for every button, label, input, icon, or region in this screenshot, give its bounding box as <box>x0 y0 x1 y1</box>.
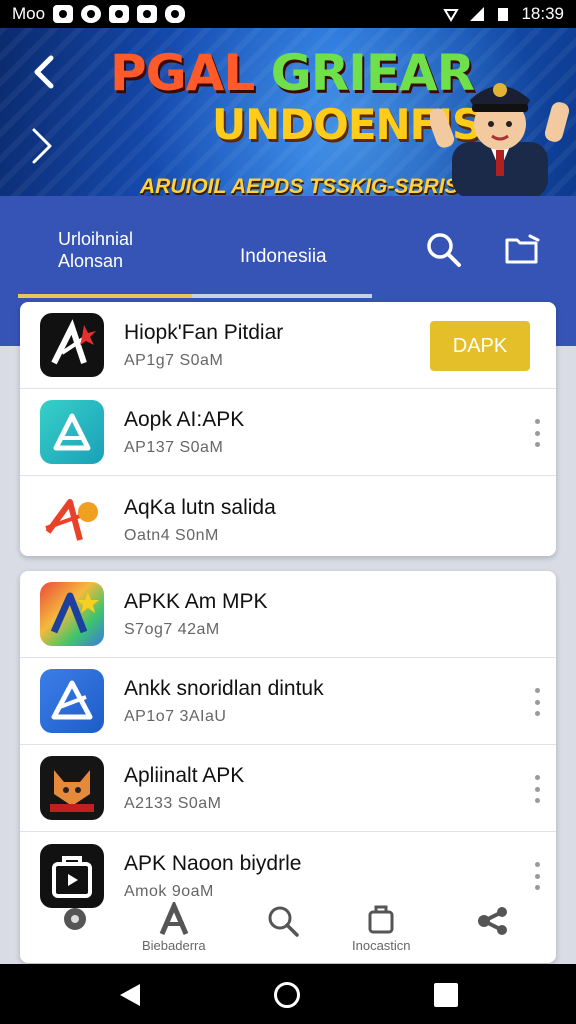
letter-a-icon <box>51 319 96 365</box>
app-meta: A2133 S0aM <box>124 795 222 812</box>
search-icon <box>268 906 299 937</box>
share-icon <box>478 907 507 935</box>
letter-a-icon <box>51 680 93 720</box>
more-options-button[interactable] <box>530 419 544 447</box>
banner-tagline: ARUIOIL AEPDS TSSKIG-SBRIS <box>140 175 459 196</box>
forward-button[interactable] <box>24 126 60 166</box>
list-item[interactable]: AqKa lutn salida Oatn4 S0nM <box>20 476 556 556</box>
promo-banner[interactable]: PGAL GRIEAR UNDOENFISI ARUIOIL AEPDS TSS… <box>0 28 576 196</box>
app-name: APKK Am MPK <box>124 590 268 613</box>
app-name: Hiopk'Fan Pitdiar <box>124 321 284 344</box>
app-name: AqKa lutn salida <box>124 495 276 519</box>
back-triangle-icon[interactable] <box>118 982 142 1008</box>
clock: 18:39 <box>521 4 564 23</box>
app-icon-a-orange <box>40 487 104 552</box>
officer-mascot-illustration <box>430 83 570 196</box>
app-meta: AP1g7 S0aM <box>124 352 224 369</box>
system-navigation-bar <box>0 964 576 1024</box>
letter-a-icon <box>50 592 99 634</box>
tab-header: Urloihnial Alonsan Indonesiia <box>0 196 576 300</box>
nav-apps-label: Biebaderra <box>142 938 206 953</box>
photo-icon <box>137 5 158 23</box>
message-icon <box>81 5 102 23</box>
list-item[interactable]: Hiopk'Fan Pitdiar AP1g7 S0aM DAPK <box>20 302 556 389</box>
banner-title: PGAL GRIEAR <box>110 48 475 98</box>
list-item[interactable]: Ankk snoridlan dintuk AP1o7 3AIaU <box>20 658 556 745</box>
more-options-button[interactable] <box>530 862 544 890</box>
active-tab-indicator <box>18 294 192 298</box>
bottom-navigation: Biebaderra Inocasticn <box>0 898 576 964</box>
app-name: Ankk snoridlan dintuk <box>124 677 324 700</box>
app-name: Apliinalt APK <box>124 764 245 787</box>
app-meta: Oatn4 S0nM <box>124 526 219 544</box>
search-icon <box>427 233 461 267</box>
app-icon-a-blue <box>40 669 104 733</box>
nav-location-label: Inocasticn <box>352 938 411 953</box>
camera-icon <box>109 5 130 23</box>
app-list-card: Hiopk'Fan Pitdiar AP1g7 S0aM DAPK Aopk A… <box>20 302 556 556</box>
back-button[interactable] <box>26 54 62 90</box>
letter-a-icon <box>53 413 91 451</box>
more-options-button[interactable] <box>530 688 544 716</box>
app-icon-fox <box>40 756 104 820</box>
app-meta: AP1o7 3AIaU <box>124 708 227 725</box>
app-icon-a-teal <box>40 400 104 464</box>
nav-apps[interactable]: Biebaderra <box>142 902 206 953</box>
letter-a-icon <box>159 902 189 935</box>
nav-search[interactable] <box>266 904 300 938</box>
folder-button[interactable] <box>502 230 542 270</box>
tab-unofficial-line2: Alonsan <box>58 251 124 271</box>
banner-title-part1: PGAL <box>110 44 255 102</box>
search-button[interactable] <box>424 230 464 270</box>
recents-square-icon[interactable] <box>434 983 458 1007</box>
app-icon-a-red <box>40 313 104 377</box>
folder-icon <box>505 234 540 264</box>
nav-location[interactable]: Inocasticn <box>352 902 411 953</box>
app-meta: AP137 S0aM <box>124 439 224 456</box>
status-bar: Moo 18:39 <box>0 0 576 28</box>
list-item[interactable]: Aopk AI:APK AP137 S0aM <box>20 389 556 476</box>
more-options-button[interactable] <box>530 775 544 803</box>
app-name: APK Naoon biydrle <box>124 851 302 875</box>
nav-settings[interactable] <box>58 902 92 936</box>
list-item[interactable]: Apliinalt APK A2133 S0aM <box>20 745 556 832</box>
app-icon-a-multicolor <box>40 582 104 646</box>
tab-indonesia[interactable]: Indonesiia <box>240 246 327 268</box>
chevron-left-icon <box>34 55 54 89</box>
nav-share[interactable] <box>476 906 510 936</box>
tab-track <box>192 294 372 298</box>
home-circle-icon[interactable] <box>274 982 300 1008</box>
bag-icon <box>368 905 394 934</box>
app-name: Aopk AI:APK <box>124 408 245 431</box>
app-meta: S7og7 42aM <box>124 621 220 638</box>
letter-a-icon <box>45 498 98 541</box>
chevron-right-icon <box>32 128 52 164</box>
carrier-label: Moo <box>12 4 46 23</box>
gear-icon <box>64 908 86 930</box>
tab-unofficial[interactable]: Urloihnial Alonsan <box>58 228 133 272</box>
chat-icon <box>165 5 186 23</box>
list-item[interactable]: APKK Am MPK S7og7 42aM <box>20 571 556 658</box>
notification-icon <box>53 5 74 23</box>
tab-unofficial-line1: Urloihnial <box>58 229 134 249</box>
vpn-icon <box>443 9 460 22</box>
battery-icon <box>498 8 509 21</box>
download-button[interactable]: DAPK <box>430 321 530 371</box>
signal-icon <box>470 7 485 21</box>
fox-icon <box>50 770 94 812</box>
